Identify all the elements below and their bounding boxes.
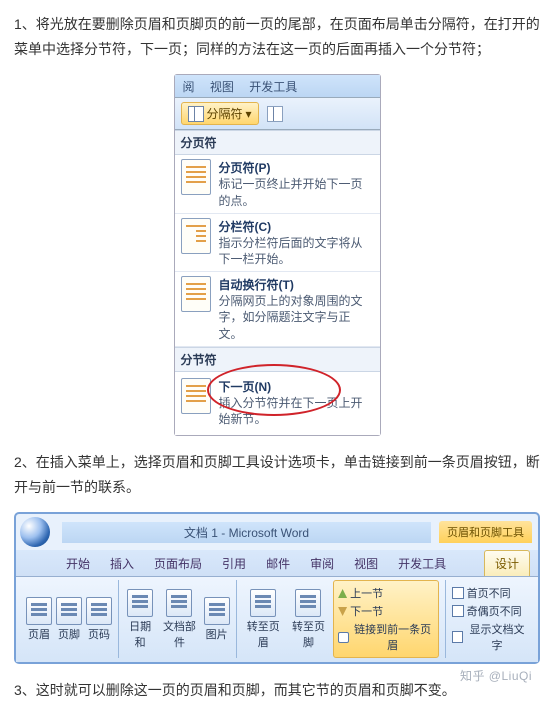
diff-odd-even-checkbox[interactable]: 奇偶页不同 <box>452 603 528 619</box>
group-navigation: 转至页眉 转至页脚 上一节 下一节 链接到前一条页眉 <box>237 580 446 658</box>
arrow-up-icon <box>338 589 347 598</box>
group-header-footer: 页眉 页脚 页码 <box>20 580 119 658</box>
header-button[interactable]: 页眉 <box>26 597 52 642</box>
page-break-icon <box>181 159 211 195</box>
picture-button[interactable]: 图片 <box>204 597 230 642</box>
show-doc-text-checkbox[interactable]: 显示文档文字 <box>452 621 528 653</box>
figure-ribbon: 文档 1 - Microsoft Word 页眉和页脚工具 开始 插入 页面布局… <box>14 512 540 664</box>
checkbox-icon <box>452 631 463 643</box>
breaks-icon <box>188 106 204 122</box>
quickparts-button[interactable]: 文档部件 <box>159 589 199 650</box>
tab-mailings[interactable]: 邮件 <box>256 551 300 576</box>
quickparts-icon <box>166 589 192 617</box>
tab-review[interactable]: 审阅 <box>300 551 344 576</box>
checkbox-icon <box>452 587 464 599</box>
tab-pagelayout[interactable]: 页面布局 <box>144 551 212 576</box>
tab-references[interactable]: 引用 <box>212 551 256 576</box>
item-page-break[interactable]: 分页符(P) 标记一页终止并开始下一页的点。 <box>175 155 380 213</box>
text-wrap-icon <box>181 276 211 312</box>
goto-footer-button[interactable]: 转至页脚 <box>288 589 329 650</box>
window-title: 文档 1 - Microsoft Word <box>62 522 431 543</box>
breaks-button[interactable]: 分隔符▾ <box>181 102 259 125</box>
ribbon-misc-icon <box>267 106 283 122</box>
tab-view[interactable]: 视图 <box>344 551 388 576</box>
arrow-down-icon <box>338 607 347 616</box>
prev-section-button[interactable]: 上一节 <box>338 585 434 601</box>
page-number-icon <box>86 597 112 625</box>
column-break-icon <box>181 218 211 254</box>
link-to-previous-button[interactable]: 链接到前一条页眉 <box>338 621 434 653</box>
header-icon <box>26 597 52 625</box>
instruction-step-3: 3、这时就可以删除这一页的页眉和页脚，而其它节的页眉和页脚不变。 <box>14 678 540 703</box>
group-insert: 日期和 文档部件 图片 <box>119 580 237 658</box>
page-number-button[interactable]: 页码 <box>86 597 112 642</box>
section-breaks-header: 分节符 <box>175 347 380 372</box>
instruction-step-2: 2、在插入菜单上，选择页眉和页脚工具设计选项卡，单击链接到前一条页眉按钮，断开与… <box>14 450 540 500</box>
next-section-button[interactable]: 下一节 <box>338 603 434 619</box>
instruction-step-1: 1、将光放在要删除页眉和页脚页的前一页的尾部，在页面布局单击分隔符，在打开的菜单… <box>14 12 540 62</box>
figure-breaks-dropdown: 阅 视图 开发工具 分隔符▾ 分页符 分页符(P) 标记一页终止并开始下一页的点… <box>14 74 540 436</box>
date-icon <box>127 589 153 617</box>
picture-icon <box>204 597 230 625</box>
date-button[interactable]: 日期和 <box>125 589 155 650</box>
next-page-icon <box>181 378 211 414</box>
page-breaks-header: 分页符 <box>175 130 380 155</box>
footer-button[interactable]: 页脚 <box>56 597 82 642</box>
goto-header-icon <box>250 589 276 617</box>
item-column-break[interactable]: 分栏符(C) 指示分栏符后面的文字将从下一栏开始。 <box>175 214 380 272</box>
tab-insert[interactable]: 插入 <box>100 551 144 576</box>
link-to-previous-group: 上一节 下一节 链接到前一条页眉 <box>333 580 439 658</box>
diff-first-page-checkbox[interactable]: 首页不同 <box>452 585 528 601</box>
link-icon <box>338 632 348 643</box>
tab-developer[interactable]: 开发工具 <box>388 551 456 576</box>
ribbon-tabs: 开始 插入 页面布局 引用 邮件 审阅 视图 开发工具 设计 <box>16 550 538 577</box>
item-text-wrap-break[interactable]: 自动换行符(T) 分隔网页上的对象周围的文字，如分隔题注文字与正文。 <box>175 272 380 347</box>
dropdown-context-tabs: 阅 视图 开发工具 <box>175 75 380 98</box>
footer-icon <box>56 597 82 625</box>
group-options: 首页不同 奇偶页不同 显示文档文字 <box>446 580 534 658</box>
checkbox-icon <box>452 605 464 617</box>
contextual-tab-label: 页眉和页脚工具 <box>439 521 532 543</box>
goto-footer-icon <box>295 589 321 617</box>
tab-home[interactable]: 开始 <box>56 551 100 576</box>
tab-design-active[interactable]: 设计 <box>484 550 530 576</box>
item-next-page-section[interactable]: 下一页(N) 插入分节符并在下一页上开始新节。 <box>175 372 380 435</box>
office-button[interactable] <box>20 517 50 547</box>
goto-header-button[interactable]: 转至页眉 <box>243 589 284 650</box>
